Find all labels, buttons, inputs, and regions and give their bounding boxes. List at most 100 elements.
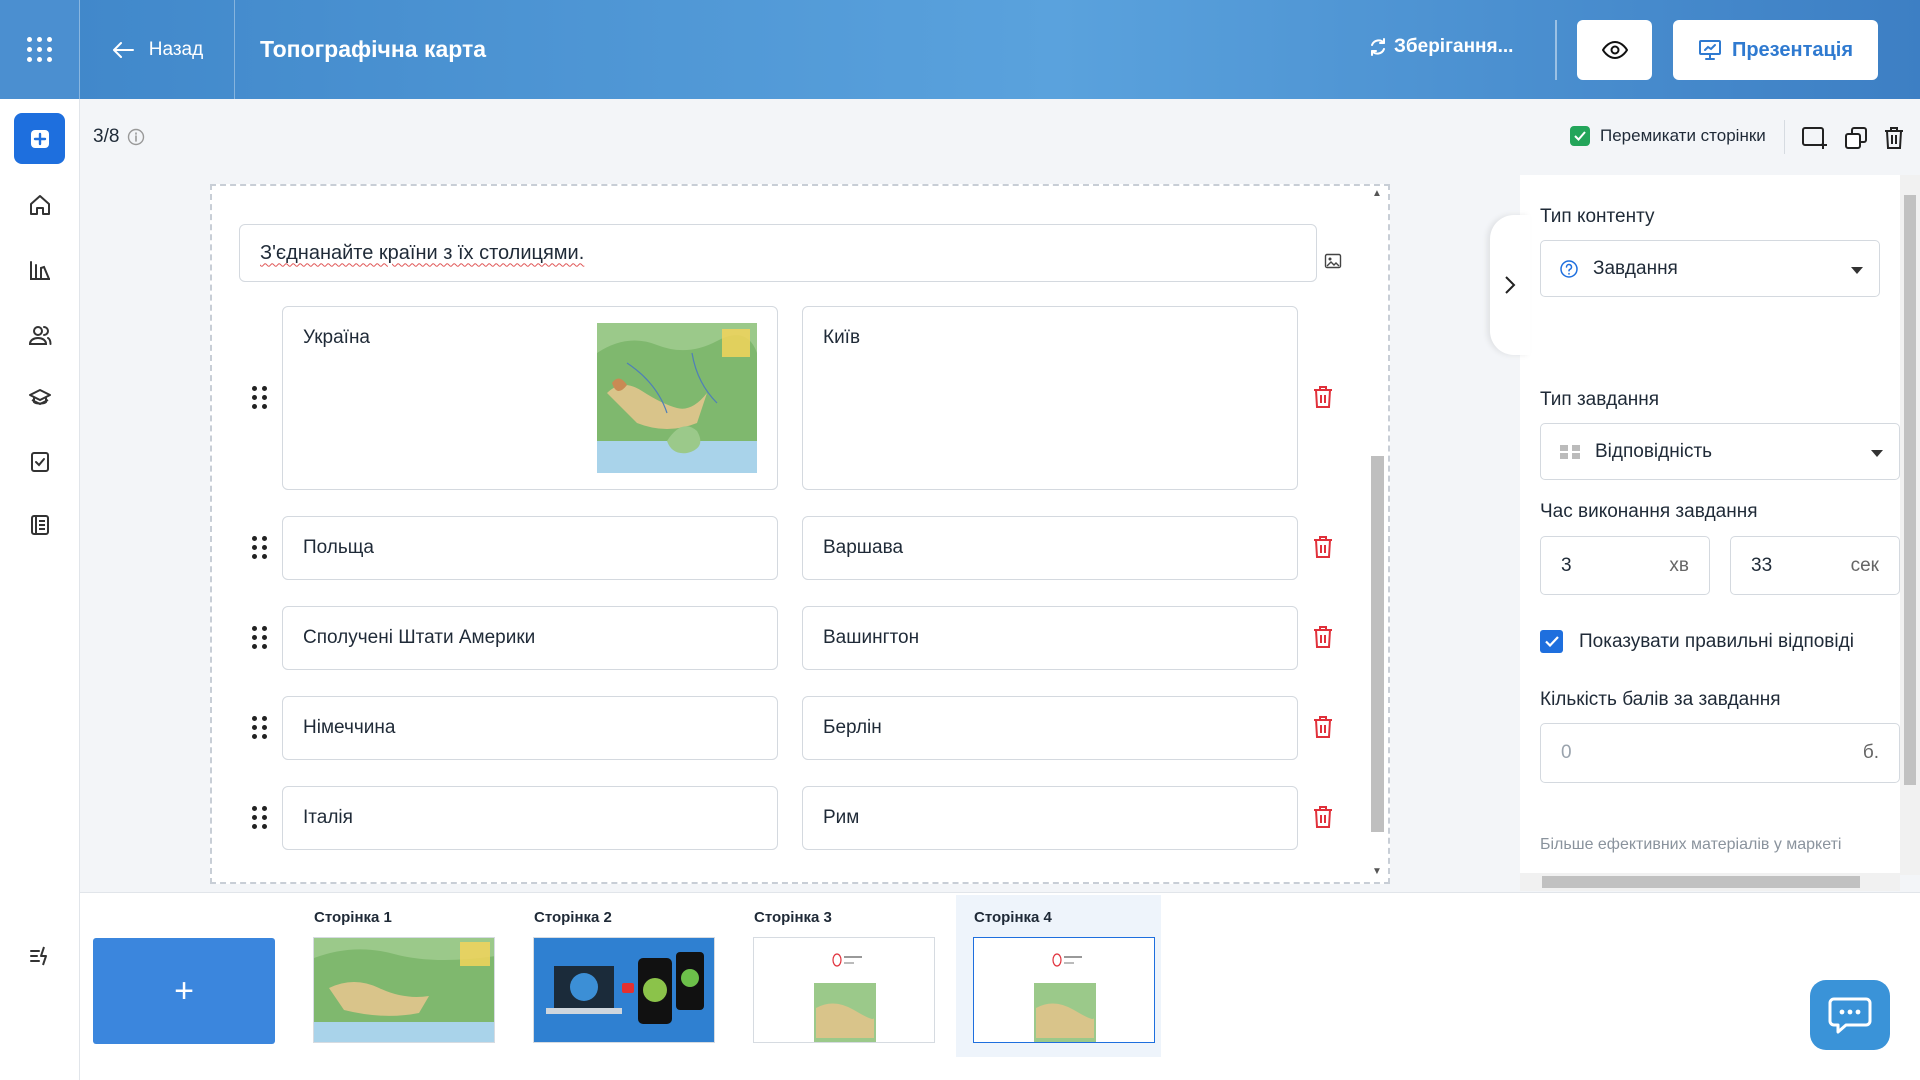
switch-pages-toggle[interactable]: Перемикати сторінки [1570, 126, 1766, 146]
sync-icon [1371, 38, 1385, 56]
matching-icon [1560, 444, 1580, 459]
score-input[interactable]: 0 б. [1540, 723, 1900, 783]
page-counter-value: 3/8 [93, 126, 120, 147]
page-thumbnail[interactable]: Сторінка 1 [296, 895, 501, 1057]
task-type-select[interactable]: Відповідність [1540, 423, 1900, 480]
add-page-button[interactable]: + [93, 938, 275, 1044]
content-type-value: Завдання [1593, 257, 1678, 279]
page-thumbnail-active[interactable]: Сторінка 4 [956, 895, 1161, 1057]
delete-pair-icon[interactable] [1310, 714, 1336, 740]
pair-right-text: Вашингтон [823, 627, 920, 648]
page-thumbnail[interactable]: Сторінка 2 [516, 895, 721, 1057]
courses-icon[interactable] [24, 382, 56, 414]
scroll-down-icon[interactable]: ▼ [1372, 866, 1382, 877]
chat-support-button[interactable] [1810, 980, 1890, 1050]
pair-left-text: Сполучені Штати Америки [303, 627, 536, 648]
home-icon[interactable] [24, 189, 56, 221]
drag-handle-icon[interactable] [252, 626, 268, 649]
chevron-right-icon [1505, 276, 1516, 294]
pair-left-cell[interactable]: Польща [282, 516, 778, 580]
pair-left-cell[interactable]: Україна [282, 306, 778, 490]
task-canvas: З'єднанайте країни з їх столицями. Украї… [210, 184, 1390, 884]
time-label: Час виконання завдання [1540, 501, 1758, 522]
left-sidebar [0, 99, 80, 1080]
delete-pair-icon[interactable] [1310, 384, 1336, 410]
page-thumbnail[interactable]: Сторінка 3 [736, 895, 941, 1057]
drag-handle-icon[interactable] [252, 386, 268, 409]
library-icon[interactable] [24, 254, 56, 286]
pair-right-text: Варшава [823, 537, 904, 558]
pair-left-text: Україна [303, 327, 371, 348]
toolbar-divider [1784, 120, 1785, 154]
presentation-button[interactable]: Презентація [1673, 20, 1878, 80]
question-circle-icon [1560, 259, 1578, 278]
apps-grid-icon [27, 37, 52, 62]
score-placeholder: 0 [1561, 742, 1572, 763]
show-answers-checkbox[interactable] [1540, 630, 1563, 653]
minutes-input[interactable]: 3 хв [1540, 536, 1710, 595]
preview-button[interactable] [1577, 20, 1652, 80]
panel-horizontal-scroll-thumb[interactable] [1542, 876, 1860, 888]
arrow-left-icon [112, 41, 134, 58]
pair-right-cell[interactable]: Київ [802, 306, 1298, 490]
seconds-input[interactable]: 33 сек [1730, 536, 1900, 595]
drag-handle-icon[interactable] [252, 806, 268, 829]
apps-menu-button[interactable] [0, 0, 80, 99]
duplicate-page-icon[interactable] [1840, 122, 1872, 154]
canvas-scroll-thumb[interactable] [1371, 456, 1384, 832]
check-icon [1544, 636, 1559, 647]
delete-page-icon[interactable] [1878, 122, 1910, 154]
delete-pair-icon[interactable] [1310, 804, 1336, 830]
users-icon[interactable] [24, 319, 56, 351]
pair-right-cell[interactable]: Берлін [802, 696, 1298, 760]
drag-handle-icon[interactable] [252, 716, 268, 739]
page-counter: 3/8 [93, 126, 145, 148]
pair-left-text: Німеччина [303, 717, 396, 738]
journal-icon[interactable] [24, 509, 56, 541]
back-label: Назад [148, 38, 204, 60]
page-label: Сторінка 1 [314, 909, 392, 926]
presentation-icon [1698, 40, 1721, 60]
quick-actions-icon[interactable] [24, 940, 56, 972]
chevron-down-icon [1851, 267, 1863, 274]
add-page-icon[interactable] [1799, 122, 1831, 154]
info-icon[interactable] [127, 128, 145, 146]
header-divider [1555, 20, 1557, 80]
delete-pair-icon[interactable] [1310, 534, 1336, 560]
add-content-button[interactable] [14, 113, 65, 164]
delete-pair-icon[interactable] [1310, 624, 1336, 650]
scroll-up-icon[interactable]: ▲ [1372, 188, 1382, 199]
pair-left-cell[interactable]: Італія [282, 786, 778, 850]
plus-square-icon [30, 129, 49, 148]
page-label: Сторінка 2 [534, 909, 612, 926]
assignments-icon[interactable] [24, 446, 56, 478]
pair-left-cell[interactable]: Сполучені Штати Америки [282, 606, 778, 670]
switch-pages-checkbox[interactable] [1570, 126, 1590, 146]
saving-status: Зберігання... [1368, 36, 1513, 58]
presentation-label: Презентація [1731, 38, 1854, 61]
page-label: Сторінка 4 [974, 909, 1052, 926]
drag-handle-icon[interactable] [252, 536, 268, 559]
content-type-select[interactable]: Завдання [1540, 240, 1880, 297]
image-icon[interactable] [1324, 252, 1342, 270]
task-prompt-input[interactable]: З'єднанайте країни з їх столицями. [239, 224, 1317, 282]
pair-right-text: Київ [823, 327, 861, 348]
switch-pages-label: Перемикати сторінки [1600, 126, 1766, 145]
pair-right-cell[interactable]: Варшава [802, 516, 1298, 580]
eye-icon [1601, 41, 1628, 59]
pair-right-cell[interactable]: Вашингтон [802, 606, 1298, 670]
panel-vertical-scroll-thumb[interactable] [1904, 195, 1916, 785]
pair-left-cell[interactable]: Німеччина [282, 696, 778, 760]
saving-label: Зберігання... [1394, 36, 1514, 57]
back-button[interactable]: Назад [80, 0, 235, 99]
show-answers-toggle[interactable]: Показувати правильні відповіді [1540, 630, 1854, 653]
score-unit: б. [1862, 742, 1879, 763]
score-label: Кількість балів за завдання [1540, 689, 1781, 710]
page-preview-devices [533, 937, 715, 1043]
task-type-label: Тип завдання [1540, 389, 1660, 410]
page-label: Сторінка 3 [754, 909, 832, 926]
pair-right-cell[interactable]: Рим [802, 786, 1298, 850]
collapse-panel-button[interactable] [1490, 215, 1530, 355]
pair-right-text: Рим [823, 807, 860, 828]
market-link[interactable]: Більше ефективних матеріалів у маркеті [1540, 836, 1841, 854]
